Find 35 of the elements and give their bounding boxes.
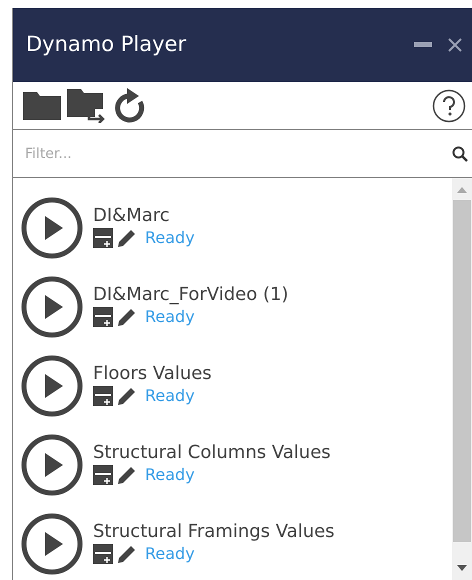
status-text: Ready [145, 306, 195, 328]
window-title: Dynamo Player [26, 31, 186, 58]
script-name: Floors Values [93, 362, 212, 384]
status-text: Ready [145, 227, 195, 250]
folder-icon[interactable] [23, 92, 61, 120]
pencil-icon[interactable] [117, 228, 137, 248]
search-icon[interactable] [452, 146, 468, 162]
script-name: DI&Marc_ForVideo (1) [93, 284, 288, 306]
status-text: Ready [145, 543, 195, 566]
help-icon[interactable] [432, 88, 466, 122]
panel-icon[interactable] [93, 544, 113, 564]
scrollbar[interactable] [452, 178, 472, 580]
panel-icon[interactable] [93, 228, 113, 248]
script-name: DI&Marc [93, 204, 171, 226]
status-text: Ready [145, 464, 195, 486]
pencil-icon[interactable] [117, 307, 137, 328]
panel-icon[interactable] [93, 386, 113, 406]
pencil-icon[interactable] [117, 386, 137, 406]
play-icon[interactable] [21, 276, 83, 338]
scroll-down-icon[interactable] [456, 564, 468, 572]
script-name: Structural Columns Values [93, 442, 331, 464]
play-icon[interactable] [21, 434, 83, 496]
panel-icon[interactable] [93, 307, 113, 328]
play-icon[interactable] [21, 512, 83, 574]
play-icon[interactable] [21, 354, 83, 416]
pencil-icon[interactable] [117, 465, 137, 486]
status-text: Ready [145, 385, 195, 408]
folder-arrow-icon[interactable] [67, 88, 107, 122]
close-icon[interactable] [448, 38, 462, 52]
play-icon[interactable] [21, 196, 83, 258]
refresh-icon[interactable] [113, 88, 147, 124]
pencil-icon[interactable] [117, 544, 137, 564]
script-name: Structural Framings Values [93, 520, 335, 542]
minimize-icon[interactable] [414, 42, 432, 48]
panel-icon[interactable] [93, 465, 113, 486]
